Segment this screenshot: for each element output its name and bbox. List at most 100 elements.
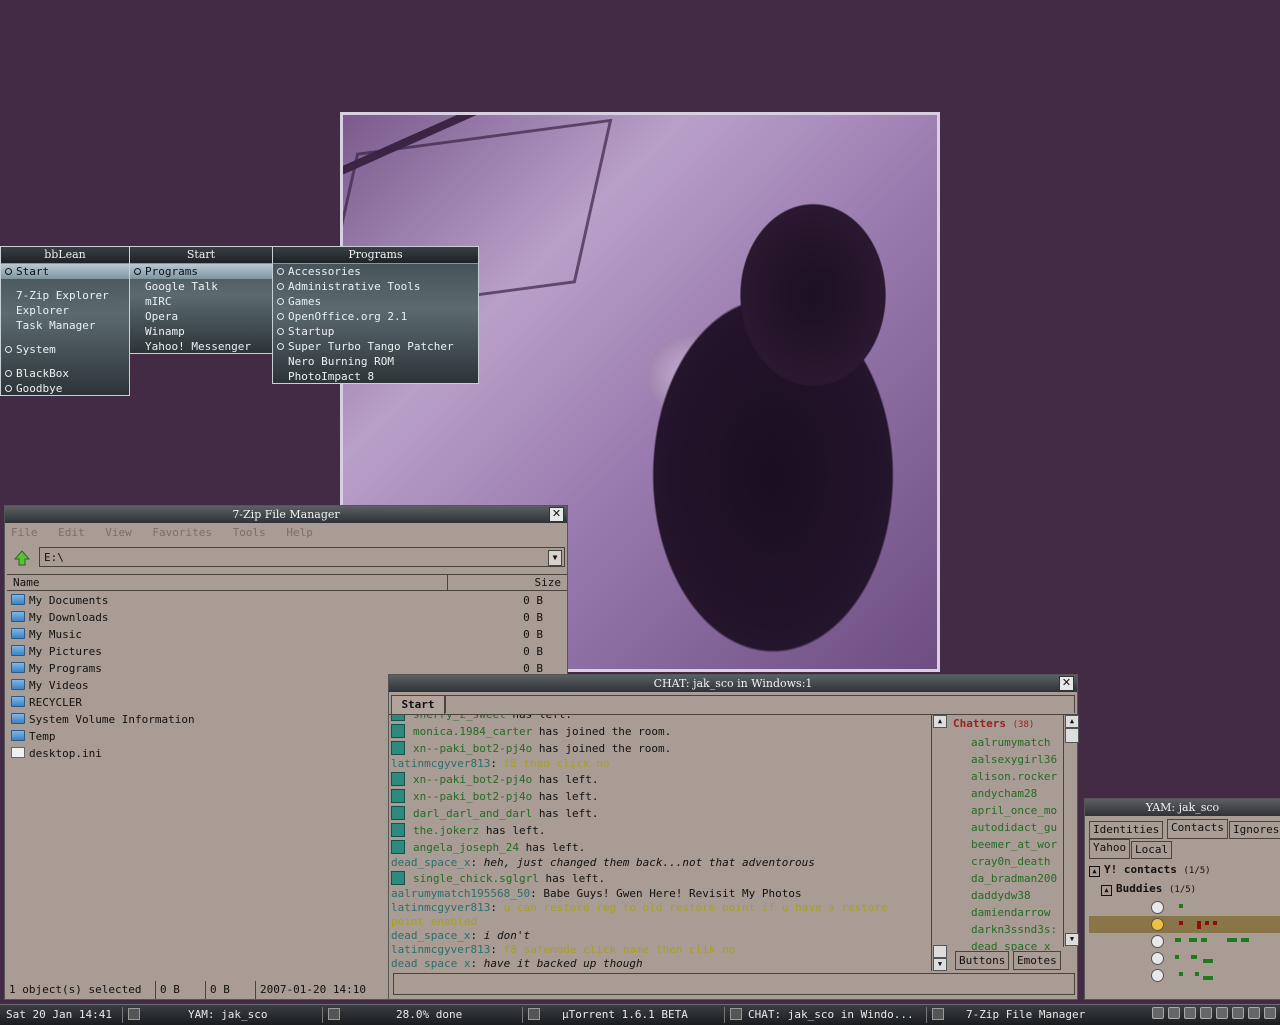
tab-ignores[interactable]: Ignores bbox=[1229, 821, 1280, 839]
chat-username[interactable]: sherry_z_sweet bbox=[413, 715, 506, 721]
menu-item-winamp[interactable]: Winamp bbox=[130, 324, 272, 339]
menu-item-start[interactable]: Start bbox=[1, 264, 129, 279]
file-row[interactable]: My Documents 0 B bbox=[11, 592, 567, 609]
chat-scrollbar[interactable]: ▲ ▼ bbox=[931, 715, 947, 971]
menu-item-administrative-tools[interactable]: Administrative Tools bbox=[273, 279, 478, 294]
menu-item-openoffice[interactable]: OpenOffice.org 2.1 bbox=[273, 309, 478, 324]
menu-item-accessories[interactable]: Accessories bbox=[273, 264, 478, 279]
tab-buttons[interactable]: Buttons bbox=[955, 951, 1010, 970]
buddy-row-selected[interactable] bbox=[1089, 916, 1280, 933]
close-button[interactable]: ✕ bbox=[1059, 676, 1074, 691]
buddy-row[interactable] bbox=[1089, 950, 1280, 967]
task-yam[interactable]: YAM: jak_sco bbox=[128, 1005, 267, 1025]
menu-item-goodbye[interactable]: Goodbye bbox=[1, 381, 129, 396]
menu-favorites[interactable]: Favorites bbox=[152, 526, 212, 539]
task-utorrent[interactable]: µTorrent 1.6.1 BETA bbox=[528, 1005, 688, 1025]
chatter-item[interactable]: damiendarrow bbox=[949, 904, 1063, 921]
chat-titlebar[interactable]: CHAT: jak_sco in Windows:1 ✕ bbox=[389, 675, 1077, 692]
tray-icon[interactable] bbox=[1248, 1007, 1260, 1019]
chat-username[interactable]: monica.1984_carter bbox=[413, 725, 532, 738]
menu-item-system[interactable]: System bbox=[1, 342, 129, 357]
chatter-item[interactable]: darkn3ssnd3s: bbox=[949, 921, 1063, 938]
chat-username[interactable]: latinmcgyver813 bbox=[391, 943, 490, 956]
chatters-scrollbar[interactable]: ▲ ▼ bbox=[1063, 715, 1079, 947]
yam-titlebar[interactable]: YAM: jak_sco bbox=[1085, 799, 1280, 816]
menu-item-super-turbo-tango-patcher[interactable]: Super Turbo Tango Patcher bbox=[273, 339, 478, 354]
tray-icon[interactable] bbox=[1264, 1007, 1276, 1019]
column-size[interactable]: Size bbox=[535, 575, 562, 590]
scroll-up-icon[interactable]: ▲ bbox=[1065, 715, 1079, 728]
tab-emotes[interactable]: Emotes bbox=[1013, 951, 1061, 970]
buddy-row[interactable] bbox=[1089, 933, 1280, 950]
menu-item-google-talk[interactable]: Google Talk bbox=[130, 279, 272, 294]
chatter-item[interactable]: alison.rocker bbox=[949, 768, 1063, 785]
menu-item-blackbox[interactable]: BlackBox bbox=[1, 366, 129, 381]
tree-node-contacts[interactable]: ▲ Y! contacts (1/5) bbox=[1089, 861, 1280, 880]
menu-file[interactable]: File bbox=[11, 526, 38, 539]
tray-icon[interactable] bbox=[1168, 1007, 1180, 1019]
menu-item-mirc[interactable]: mIRC bbox=[130, 294, 272, 309]
column-name[interactable]: Name bbox=[13, 575, 40, 590]
menu-item-task-manager[interactable]: Task Manager bbox=[1, 318, 129, 333]
chat-username[interactable]: dead_space_x bbox=[391, 856, 470, 869]
chat-username[interactable]: xn--paki_bot2-pj4o bbox=[413, 773, 532, 786]
chevron-down-icon[interactable]: ▼ bbox=[548, 550, 562, 566]
scroll-up-icon[interactable]: ▲ bbox=[933, 715, 947, 728]
menu-item-programs[interactable]: Programs bbox=[130, 264, 272, 279]
chat-username[interactable]: latinmcgyver813 bbox=[391, 901, 490, 914]
collapse-icon[interactable]: ▲ bbox=[1101, 885, 1112, 896]
tab-yahoo[interactable]: Yahoo bbox=[1089, 839, 1131, 859]
address-input[interactable]: E:\ ▼ bbox=[39, 547, 565, 567]
chat-username[interactable]: latinmcgyver813 bbox=[391, 757, 490, 770]
chatter-item[interactable]: autodidact_gu bbox=[949, 819, 1063, 836]
chatter-item[interactable]: cray0n_death bbox=[949, 853, 1063, 870]
chatter-item[interactable]: beemer_at_wor bbox=[949, 836, 1063, 853]
chatter-item[interactable]: daddydw38 bbox=[949, 887, 1063, 904]
collapse-icon[interactable]: ▲ bbox=[1089, 866, 1100, 877]
tab-local[interactable]: Local bbox=[1131, 841, 1173, 859]
scroll-thumb[interactable] bbox=[1065, 728, 1079, 743]
task-utorrent-progress[interactable]: 28.0% done bbox=[328, 1005, 462, 1025]
tray-icon[interactable] bbox=[1184, 1007, 1196, 1019]
chat-username[interactable]: dead_space_x bbox=[391, 957, 470, 969]
scroll-down-icon[interactable]: ▼ bbox=[933, 958, 947, 971]
tray-icon[interactable] bbox=[1152, 1007, 1164, 1019]
menu-help[interactable]: Help bbox=[286, 526, 313, 539]
menu-item-opera[interactable]: Opera bbox=[130, 309, 272, 324]
chatter-item[interactable]: april_once_mo bbox=[949, 802, 1063, 819]
close-button[interactable]: ✕ bbox=[549, 507, 564, 522]
file-row[interactable]: My Music 0 B bbox=[11, 626, 567, 643]
chat-username[interactable]: darl_darl_and_darl bbox=[413, 807, 532, 820]
chatter-item[interactable]: dead_space_x bbox=[949, 938, 1063, 951]
menu-item-explorer[interactable]: Explorer bbox=[1, 303, 129, 318]
7zip-titlebar[interactable]: 7-Zip File Manager ✕ bbox=[5, 506, 567, 523]
menu-item-photoimpact[interactable]: PhotoImpact 8 bbox=[273, 369, 478, 384]
chatter-item[interactable]: andycham28 bbox=[949, 785, 1063, 802]
task-chat[interactable]: CHAT: jak_sco in Windo... bbox=[730, 1005, 914, 1025]
menu-item-yahoo-messenger[interactable]: Yahoo! Messenger bbox=[130, 339, 272, 354]
chatter-item[interactable]: da_bradman200 bbox=[949, 870, 1063, 887]
chat-username[interactable]: angela_joseph_24 bbox=[413, 841, 519, 854]
tray-icon[interactable] bbox=[1216, 1007, 1228, 1019]
chat-username[interactable]: single_chick.sglgrl bbox=[413, 872, 539, 885]
tree-node-buddies[interactable]: ▲ Buddies (1/5) bbox=[1089, 880, 1280, 899]
chat-username[interactable]: xn--paki_bot2-pj4o bbox=[413, 742, 532, 755]
buddy-row[interactable] bbox=[1089, 899, 1280, 916]
menu-item-nero-burning-rom[interactable]: Nero Burning ROM bbox=[273, 354, 478, 369]
chat-username[interactable]: aalrumymatch195568_50 bbox=[391, 887, 530, 900]
menu-item-games[interactable]: Games bbox=[273, 294, 478, 309]
chat-input[interactable] bbox=[393, 973, 1075, 995]
taskbar-clock[interactable]: Sat 20 Jan 14:41 bbox=[6, 1005, 112, 1025]
file-row[interactable]: My Pictures 0 B bbox=[11, 643, 567, 660]
tray-icon[interactable] bbox=[1200, 1007, 1212, 1019]
file-row[interactable]: My Downloads 0 B bbox=[11, 609, 567, 626]
chat-username[interactable]: xn--paki_bot2-pj4o bbox=[413, 790, 532, 803]
scroll-down-icon[interactable]: ▼ bbox=[1065, 933, 1079, 946]
menu-item-startup[interactable]: Startup bbox=[273, 324, 478, 339]
chatter-item[interactable]: aalrumymatch bbox=[949, 734, 1063, 751]
chat-username[interactable]: the.jokerz bbox=[413, 824, 479, 837]
up-folder-icon[interactable] bbox=[13, 549, 31, 567]
tab-start[interactable]: Start bbox=[391, 695, 445, 714]
scroll-thumb[interactable] bbox=[933, 945, 947, 958]
menu-view[interactable]: View bbox=[105, 526, 132, 539]
